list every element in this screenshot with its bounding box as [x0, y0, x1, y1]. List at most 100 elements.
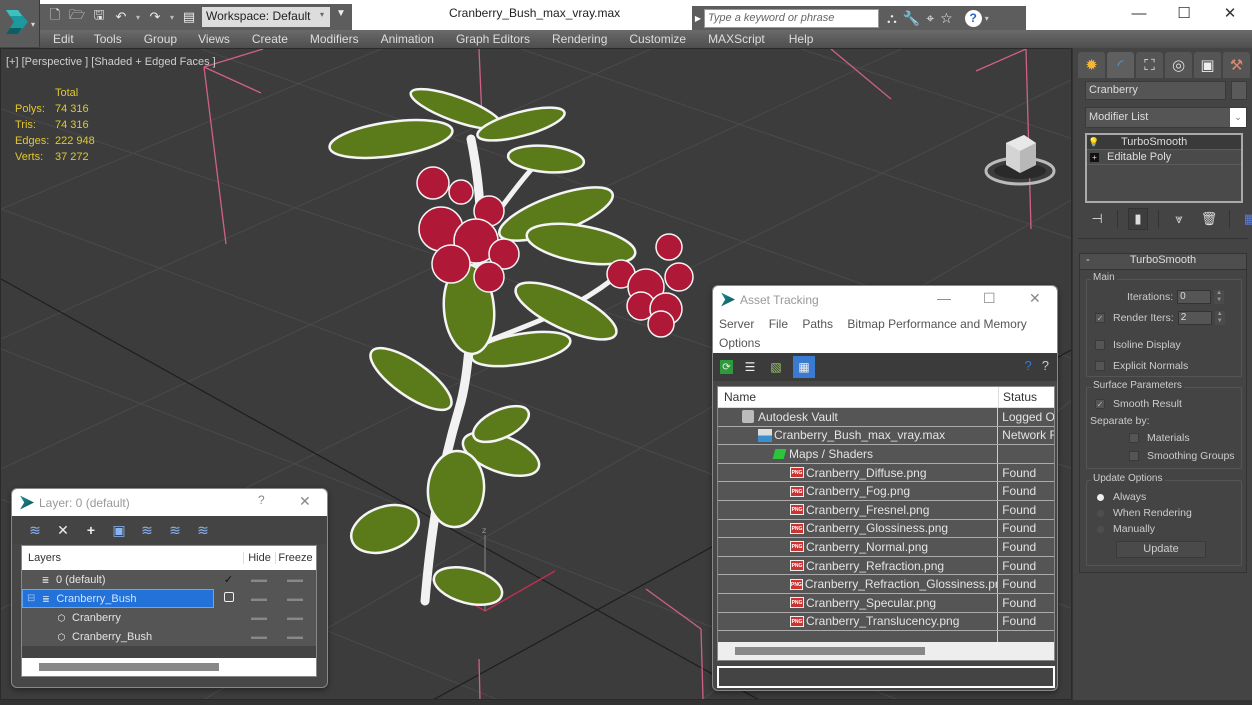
star-icon[interactable]: ☆ — [940, 10, 953, 27]
menu-group[interactable]: Group — [144, 32, 198, 46]
materials-checkbox[interactable] — [1129, 433, 1139, 443]
remove-modifier-icon[interactable]: 🗑 — [1199, 208, 1219, 230]
freeze-toggle[interactable]: ▬▬ — [275, 613, 315, 622]
modifier-list-dropdown[interactable]: Modifier List ⌄ — [1085, 107, 1247, 128]
project-folder-icon[interactable]: ▤ — [180, 8, 198, 26]
viewport-label-menu[interactable]: [+] [Perspective ] [Shaded + Edged Faces… — [6, 56, 216, 68]
hide-toggle[interactable]: ▬▬ — [243, 632, 275, 641]
asset-row[interactable]: PNG Cranberry_Diffuse.png Found — [718, 463, 1054, 483]
asset-row[interactable]: Maps / Shaders — [718, 445, 1054, 464]
thumbnail-view-icon[interactable]: ▧ — [767, 358, 785, 376]
layer-name-cell[interactable]: ≣ 0 (default) — [22, 570, 214, 589]
menu-rendering[interactable]: Rendering — [552, 32, 629, 46]
active-layer-cell[interactable] — [214, 592, 243, 605]
motion-tab[interactable]: ◎ — [1165, 52, 1192, 78]
redo-dropdown-icon[interactable]: ▾ — [168, 13, 176, 22]
spinner-arrows[interactable]: ▲ ▼ — [1214, 311, 1225, 325]
asset-row[interactable]: PNG Cranberry_Specular.png Found — [718, 593, 1054, 613]
layer-name-cell-selected[interactable]: ⊟ ≣ Cranberry_Bush — [22, 589, 214, 608]
delete-layer-icon[interactable]: ✕ — [54, 521, 72, 539]
active-layer-toggle-icon[interactable] — [223, 592, 234, 602]
freeze-toggle[interactable]: ▬▬ — [275, 594, 315, 603]
create-layer-icon[interactable]: ≋ — [26, 521, 44, 539]
iterations-spinner[interactable]: 0 — [1177, 290, 1212, 304]
hide-toggle[interactable]: ▬▬ — [243, 594, 275, 603]
rollout-header[interactable]: - TurboSmooth — [1080, 254, 1246, 270]
asset-row[interactable]: PNG Cranberry_Refraction_Glossiness.png Fo… — [718, 575, 1054, 594]
create-tab[interactable]: ✹ — [1078, 52, 1105, 78]
menu-views[interactable]: Views — [198, 32, 252, 46]
freeze-toggle[interactable]: ▬▬ — [275, 632, 315, 641]
asset-row[interactable]: PNG Cranberry_Fog.png Found — [718, 482, 1054, 501]
save-icon[interactable]: 🖫 — [90, 7, 108, 26]
spinner-arrows[interactable]: ▲ ▼ — [1214, 290, 1225, 304]
dialog-titlebar[interactable]: Asset Tracking — ☐ ✕ — [713, 286, 1057, 313]
column-header-layers[interactable]: Layers — [22, 552, 214, 564]
help-icon[interactable]: ? — [964, 9, 982, 27]
menu-graph-editors[interactable]: Graph Editors — [456, 32, 552, 46]
when-rendering-radio[interactable] — [1097, 509, 1104, 517]
minimize-button[interactable]: — — [1124, 4, 1154, 24]
always-radio[interactable] — [1097, 493, 1104, 501]
undo-icon[interactable]: ↶ — [112, 8, 130, 26]
menu-tools[interactable]: Tools — [94, 32, 144, 46]
app-menu-button[interactable]: ▾ — [0, 0, 40, 47]
list-view-icon[interactable]: ☰ — [741, 358, 759, 376]
minimize-button[interactable]: — — [937, 290, 951, 306]
asset-row[interactable]: PNG Cranberry_Normal.png Found — [718, 538, 1054, 557]
display-tab[interactable]: ▣ — [1194, 52, 1221, 78]
select-layer-icon[interactable]: ≋ — [138, 521, 156, 539]
menu-help[interactable]: Help — [789, 32, 825, 46]
binoculars-icon[interactable]: ⛬ — [887, 10, 897, 27]
smoothing-groups-checkbox[interactable] — [1129, 451, 1139, 461]
add-to-layer-icon[interactable]: + — [82, 521, 100, 539]
update-button[interactable]: Update — [1116, 541, 1206, 558]
asset-row[interactable]: PNG Cranberry_Refraction.png Found — [718, 556, 1054, 576]
search-input[interactable]: Type a keyword or phrase — [704, 8, 879, 28]
help-icon[interactable]: ? — [1025, 358, 1032, 373]
close-button[interactable]: ✕ — [1215, 4, 1245, 24]
asset-row[interactable]: PNG Cranberry_Fresnel.png Found — [718, 500, 1054, 520]
wrench-icon[interactable]: 🔧 — [903, 10, 920, 27]
hide-toggle[interactable]: ▬▬ — [243, 575, 275, 584]
menu-options[interactable]: Options — [719, 336, 760, 350]
utilities-tab[interactable]: ⚒ — [1223, 52, 1250, 78]
layer-name-cell[interactable]: ⬡ Cranberry — [22, 608, 214, 627]
maximize-button[interactable]: ☐ — [983, 290, 996, 307]
refresh-icon[interactable]: ⟳ — [720, 360, 733, 374]
layer-row[interactable]: ⬡ Cranberry_Bush ▬▬ ▬▬ — [22, 627, 316, 646]
collapse-icon[interactable]: ⊟ — [27, 593, 35, 604]
layer-row[interactable]: ⊟ ≣ Cranberry_Bush ▬▬ ▬▬ — [22, 589, 316, 608]
asset-row[interactable]: PNG Cranberry_Glossiness.png Found — [718, 519, 1054, 539]
help-dropdown-icon[interactable]: ▾ — [985, 14, 989, 23]
menu-maxscript[interactable]: MAXScript — [708, 32, 789, 46]
smooth-result-checkbox[interactable]: ✓ — [1095, 399, 1105, 409]
redo-icon[interactable]: ↷ — [146, 8, 164, 26]
scrollbar-thumb[interactable] — [735, 647, 925, 655]
menu-customize[interactable]: Customize — [629, 32, 708, 46]
object-name-field[interactable]: Cranberry — [1085, 81, 1226, 100]
layer-row[interactable]: ≣ 0 (default) ✓ ▬▬ ▬▬ — [22, 570, 316, 589]
hierarchy-tab[interactable]: ⛶ — [1136, 52, 1163, 78]
asset-row[interactable]: Autodesk Vault Logged O — [718, 408, 1054, 427]
column-header-name[interactable]: Name — [718, 387, 999, 407]
light-bulb-icon[interactable]: 💡 — [1087, 137, 1101, 148]
layer-name-cell[interactable]: ⬡ Cranberry_Bush — [22, 627, 214, 646]
menu-file[interactable]: File — [769, 317, 788, 331]
show-end-result-icon[interactable]: ▮ — [1128, 208, 1148, 230]
hide-toggle[interactable]: ▬▬ — [243, 613, 275, 622]
stack-item-turbosmooth[interactable]: 💡 TurboSmooth — [1087, 135, 1241, 150]
menu-paths[interactable]: Paths — [802, 317, 833, 331]
menu-modifiers[interactable]: Modifiers — [310, 32, 381, 46]
menu-server[interactable]: Server — [719, 317, 754, 331]
object-color-swatch[interactable] — [1231, 81, 1247, 100]
asset-row[interactable]: PNG Cranberry_Translucency.png Found — [718, 612, 1054, 632]
maximize-button[interactable]: ☐ — [1169, 4, 1199, 24]
open-folder-icon[interactable]: 🗁 — [68, 7, 86, 26]
freeze-toggle[interactable]: ▬▬ — [275, 575, 315, 584]
horizontal-scrollbar[interactable] — [718, 642, 1054, 660]
menu-create[interactable]: Create — [252, 32, 310, 46]
close-button[interactable]: ✕ — [299, 493, 311, 510]
isoline-display-checkbox[interactable] — [1095, 340, 1105, 350]
select-objects-icon[interactable]: ▣ — [110, 521, 128, 539]
